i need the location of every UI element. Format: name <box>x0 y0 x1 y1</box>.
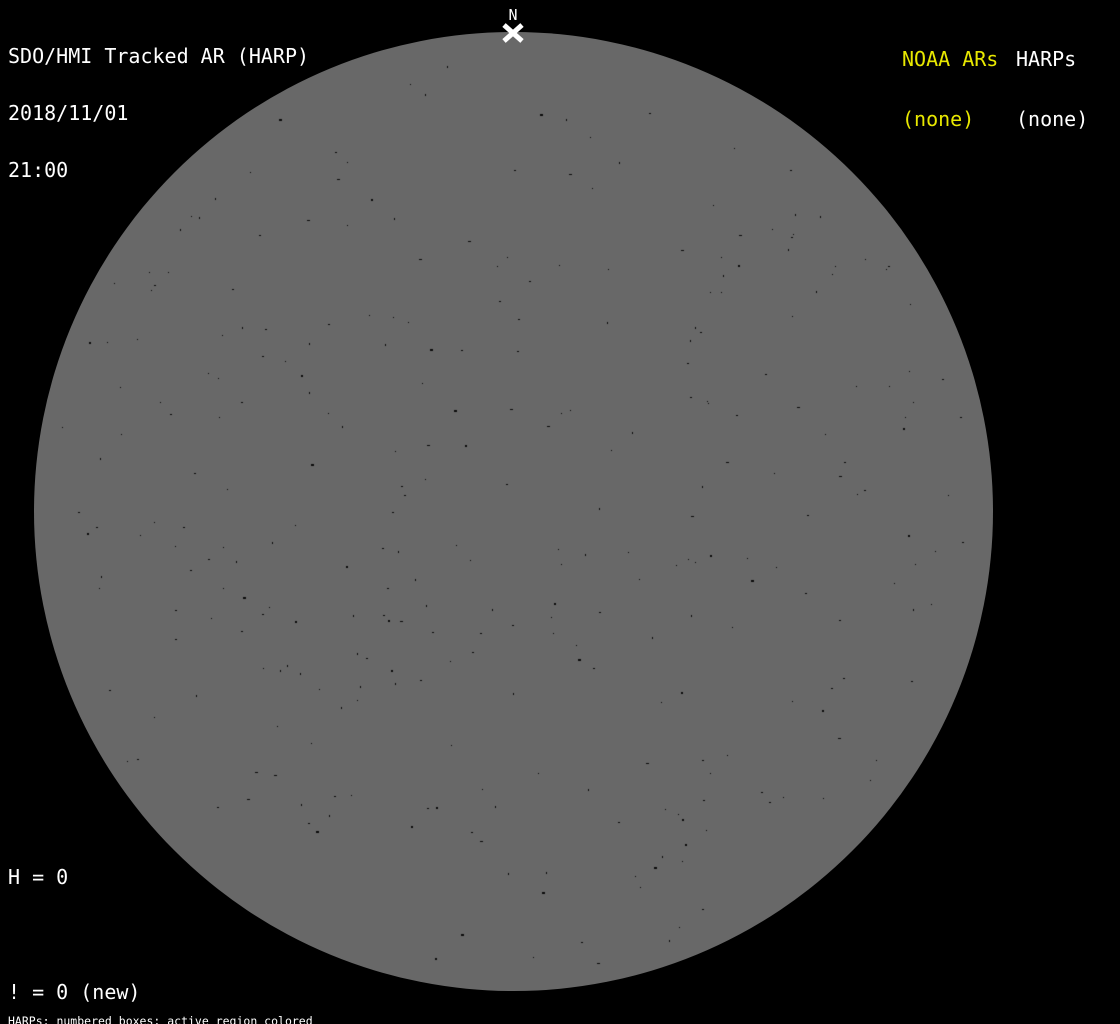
observation-time: 21:00 <box>8 158 69 182</box>
harps-counter: HARPs (none) <box>1016 9 1088 169</box>
page-title: SDO/HMI Tracked AR (HARP) <box>8 44 310 68</box>
title-block: SDO/HMI Tracked AR (HARP) 2018/11/01 21:… <box>8 9 309 218</box>
noaa-ars-value: (none) <box>902 107 975 131</box>
observation-date: 2018/11/01 <box>8 101 129 125</box>
harps-value: (none) <box>1016 107 1089 131</box>
noaa-ars-label: NOAA ARs <box>902 47 999 71</box>
legend-spacer <box>8 925 237 945</box>
harps-label: HARPs <box>1016 47 1077 71</box>
north-x-marker-icon <box>502 23 524 43</box>
footer-caption: HARPs: numbered boxes; active region col… <box>8 991 410 1024</box>
north-label: N <box>508 6 518 24</box>
footer-line-harps: HARPs: numbered boxes; active region col… <box>8 1014 313 1024</box>
harp-tracking-view: SDO/HMI Tracked AR (HARP) 2018/11/01 21:… <box>0 0 1120 1024</box>
noaa-ars-counter: NOAA ARs (none) <box>902 9 998 169</box>
legend-h-count: H = 0 <box>8 865 69 889</box>
